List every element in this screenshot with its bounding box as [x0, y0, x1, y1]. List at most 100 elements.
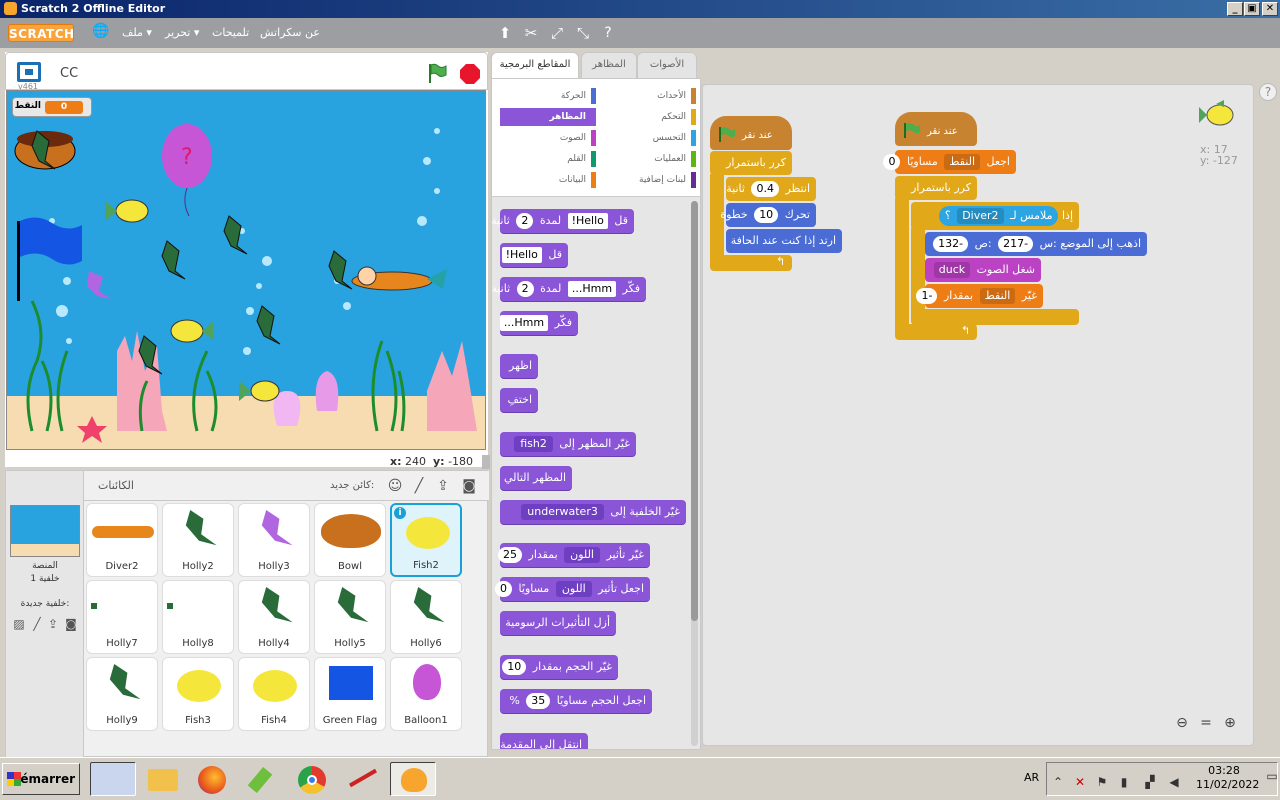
- block-input[interactable]: 10: [502, 659, 527, 675]
- say-for-block[interactable]: قل Hello! لمدة 2 ثانية: [492, 209, 634, 233]
- category-3[interactable]: التحكم: [600, 108, 696, 126]
- block-input[interactable]: 2: [516, 213, 534, 229]
- grow-icon[interactable]: ⤢: [548, 24, 566, 42]
- zoom-out-icon[interactable]: ⊖: [1173, 714, 1191, 732]
- category-8[interactable]: البيانات: [500, 171, 596, 189]
- when-flag-hat-1[interactable]: عند نقر: [710, 116, 792, 150]
- menu-file[interactable]: ملف ▾: [122, 26, 152, 39]
- sprite-thumb[interactable]: Holly9: [86, 657, 158, 731]
- collapse-arrow-icon[interactable]: [482, 455, 490, 469]
- stage-canvas[interactable]: ? النقط 0: [6, 90, 486, 450]
- delete-cut-icon[interactable]: ✂: [522, 24, 540, 42]
- upload-sprite-icon[interactable]: ⇪: [434, 477, 452, 495]
- upload-backdrop-icon[interactable]: ⇪: [44, 615, 62, 633]
- block-input[interactable]: 2: [516, 281, 534, 297]
- wait-block[interactable]: انتظر 0.4 ثانية: [726, 177, 816, 201]
- help-block-icon[interactable]: ?: [599, 24, 617, 42]
- tab-costumes[interactable]: المظاهر: [581, 52, 637, 78]
- change-effect-block[interactable]: غيّر تأثير اللون بمقدار 25: [498, 543, 650, 567]
- variable-dropdown[interactable]: النقط: [944, 154, 980, 170]
- stage-thumbnail[interactable]: [10, 505, 80, 557]
- block-input[interactable]: Hello!: [501, 247, 542, 263]
- clock[interactable]: 03:28 11/02/2022: [1196, 764, 1259, 792]
- hide-block[interactable]: اختفِ: [500, 388, 538, 412]
- variable-dropdown[interactable]: النقط: [979, 288, 1016, 304]
- say-block[interactable]: قل Hello!: [500, 243, 568, 267]
- taskbar-chrome-icon[interactable]: [290, 762, 336, 796]
- menu-tips[interactable]: تلميحات: [212, 26, 249, 39]
- think-block[interactable]: فكّر Hmm...: [499, 311, 578, 335]
- play-sound-block[interactable]: شغل الصوت duck: [925, 258, 1041, 282]
- block-input[interactable]: Hmm...: [567, 281, 617, 297]
- stop-sign-icon[interactable]: [459, 63, 481, 85]
- switch-costume-block[interactable]: غيّر المظهر إلى fish2: [500, 432, 636, 456]
- sprite-info-icon[interactable]: i: [394, 507, 406, 519]
- sprite-thumb[interactable]: Holly3: [238, 503, 310, 577]
- change-value-input[interactable]: -1: [916, 288, 938, 304]
- sprite-thumb[interactable]: Balloon1: [390, 657, 462, 731]
- think-for-block[interactable]: فكّر Hmm... لمدة 2 ثانية: [492, 277, 646, 301]
- scratch-logo[interactable]: SCRATCH: [8, 24, 74, 42]
- sprite-thumb[interactable]: Holly8: [162, 580, 234, 654]
- taskbar-tool-icon[interactable]: [340, 762, 386, 796]
- duplicate-stamp-icon[interactable]: ⬆: [496, 24, 514, 42]
- touching-dropdown[interactable]: Diver2: [957, 208, 1004, 224]
- wait-input[interactable]: 0.4: [751, 181, 779, 197]
- tab-sounds[interactable]: الأصوات: [637, 52, 697, 78]
- tray-network-icon[interactable]: ▞: [1143, 775, 1157, 789]
- help-icon[interactable]: ?: [1259, 83, 1277, 101]
- tray-flag-icon[interactable]: ⚑: [1095, 775, 1109, 789]
- sprite-thumb[interactable]: Holly4: [238, 580, 310, 654]
- sprite-thumb[interactable]: Holly2: [162, 503, 234, 577]
- taskbar-usb-icon[interactable]: [240, 762, 286, 796]
- sprite-thumb[interactable]: Holly6: [390, 580, 462, 654]
- set-variable-block[interactable]: اجعل النقط مساويًا 0: [883, 150, 1016, 174]
- palette-scrollbar-thumb[interactable]: [691, 201, 698, 621]
- menu-about[interactable]: عن سكراتش: [260, 26, 320, 39]
- switch-backdrop-block[interactable]: غيّر الخلفية إلى underwater3: [500, 500, 686, 524]
- taskbar-folder-icon[interactable]: [140, 762, 186, 796]
- set-value-input[interactable]: 0: [883, 154, 901, 170]
- maximize-button[interactable]: ▣: [1244, 2, 1260, 16]
- tab-scripts[interactable]: المقاطع البرمجية: [491, 52, 579, 78]
- tray-battery-icon[interactable]: ▮: [1117, 775, 1131, 789]
- category-6[interactable]: القلم: [500, 150, 596, 168]
- backdrop-dropdown[interactable]: underwater3: [521, 504, 604, 520]
- score-variable-monitor[interactable]: النقط 0: [12, 97, 92, 117]
- taskbar-scratch-icon[interactable]: [390, 762, 436, 796]
- sprite-thumb[interactable]: Diver2: [86, 503, 158, 577]
- taskbar-firefox-icon[interactable]: [190, 762, 236, 796]
- show-block[interactable]: اظهر: [500, 354, 538, 378]
- effect-dropdown[interactable]: اللون: [564, 547, 600, 563]
- sound-dropdown[interactable]: duck: [933, 262, 971, 278]
- goto-x-input[interactable]: -217: [998, 236, 1034, 252]
- zoom-in-icon[interactable]: ⊕: [1221, 714, 1239, 732]
- bounce-block[interactable]: ارتد إذا كنت عند الحافة: [726, 229, 842, 253]
- tray-network-error-icon[interactable]: ✕: [1073, 775, 1087, 789]
- fullscreen-icon[interactable]: [17, 62, 41, 82]
- touching-condition[interactable]: ملامس لـ Diver2 ؟: [938, 206, 1059, 226]
- menu-edit[interactable]: تحرير ▾: [165, 26, 199, 39]
- tray-expand-icon[interactable]: ⌃: [1051, 775, 1065, 789]
- project-name[interactable]: CC: [60, 66, 78, 81]
- category-2[interactable]: المظاهر: [500, 108, 596, 126]
- sprite-thumb[interactable]: Holly5: [314, 580, 386, 654]
- language-indicator[interactable]: AR: [1024, 771, 1039, 784]
- block-input[interactable]: Hello!: [567, 213, 608, 229]
- category-4[interactable]: الصوت: [500, 129, 596, 147]
- shrink-icon[interactable]: ⤡: [574, 24, 592, 42]
- category-0[interactable]: الحركة: [500, 87, 596, 105]
- change-variable-block[interactable]: غيّر النقط بمقدار -1: [916, 284, 1043, 308]
- camera-sprite-icon[interactable]: ◙: [460, 477, 478, 495]
- block-input[interactable]: Hmm...: [499, 315, 549, 331]
- set-size-block[interactable]: اجعل الحجم مساويًا 35 %: [500, 689, 652, 713]
- goto-y-input[interactable]: -132: [933, 236, 969, 252]
- category-7[interactable]: العمليات: [600, 150, 696, 168]
- effect-dropdown[interactable]: اللون: [555, 581, 592, 597]
- goto-xy-block[interactable]: اذهب إلى الموضع :س -217 :ص -132: [925, 232, 1147, 256]
- set-effect-block[interactable]: اجعل تأثير اللون مساويًا 0: [495, 577, 650, 601]
- if-block[interactable]: إذا ملامس لـ Diver2 ؟: [911, 202, 1079, 230]
- sprite-thumb[interactable]: Bowl: [314, 503, 386, 577]
- taskbar-computer-icon[interactable]: [90, 762, 136, 796]
- forever-block-2[interactable]: كرر باستمرار: [895, 176, 977, 200]
